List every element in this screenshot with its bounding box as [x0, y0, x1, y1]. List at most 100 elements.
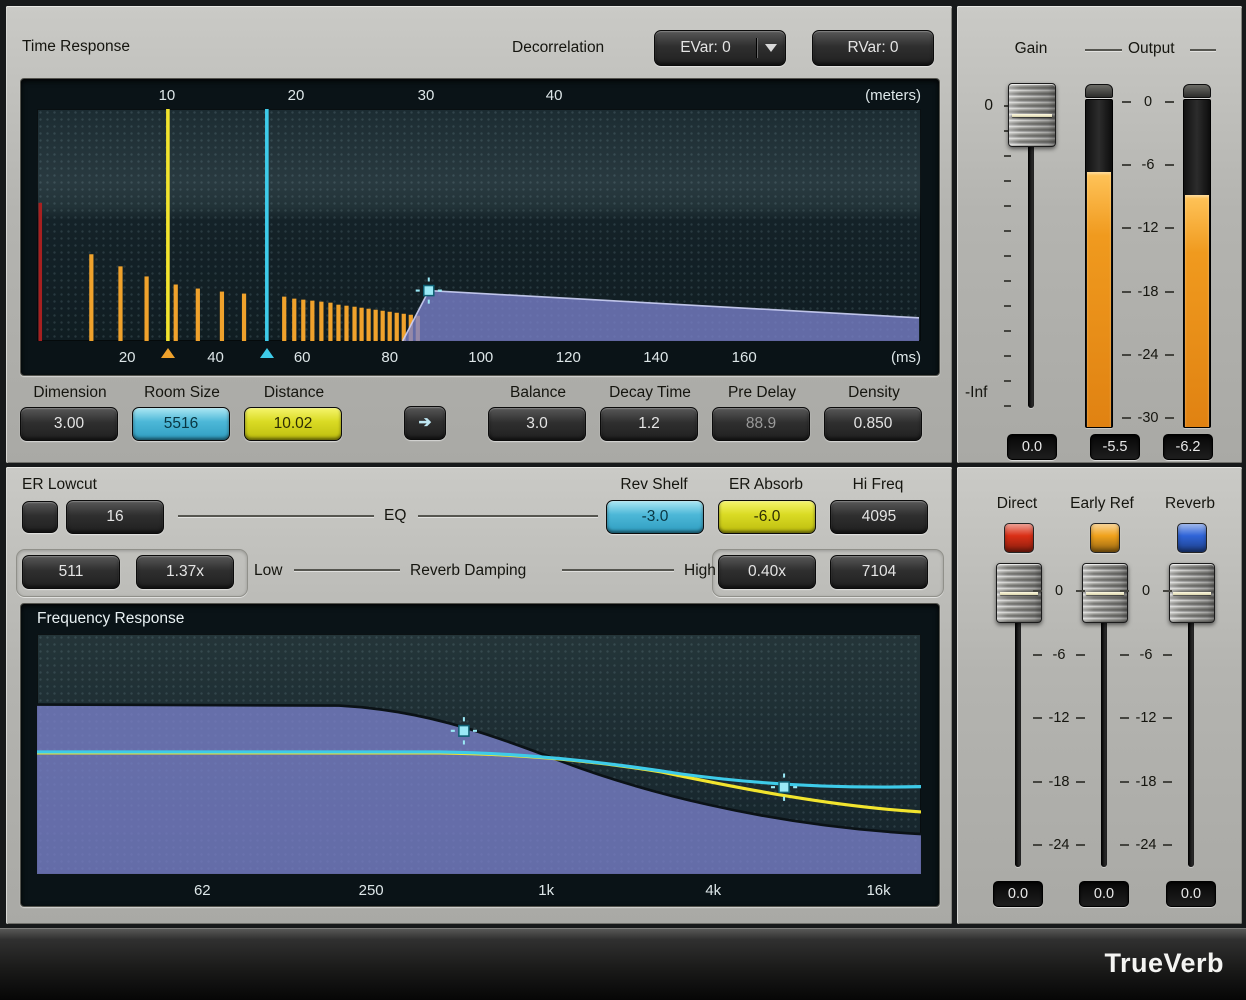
gain-output-panel: Gain Output 0 -Inf 0-6-12-18-24-30 0.0 -…	[957, 6, 1242, 463]
room-line-cyan[interactable]	[265, 109, 269, 341]
damping-high-freq-value[interactable]: 7104	[830, 555, 928, 589]
bottom-bar: TrueVerb	[0, 928, 1246, 1000]
rvar-button[interactable]: RVar: 0	[812, 30, 934, 66]
header-connector-line	[1190, 49, 1216, 51]
early-ref-readout[interactable]: 0.0	[1079, 881, 1129, 907]
dimension-label: Dimension	[20, 384, 120, 404]
early-reflection-bar	[319, 302, 323, 341]
time-response-title: Time Response	[22, 38, 130, 56]
tick	[1004, 180, 1011, 182]
time-response-plot[interactable]	[37, 109, 921, 341]
balance-value[interactable]: 3.0	[488, 407, 586, 441]
frequency-response-graph	[37, 634, 921, 874]
gain-scale-zero: 0	[977, 97, 993, 115]
meter-body	[1085, 99, 1113, 428]
handle-square[interactable]	[424, 286, 434, 296]
early-reflection-bar	[242, 294, 246, 341]
axis-label: 100	[468, 349, 493, 366]
early-ref-mute-button[interactable]	[1090, 523, 1120, 553]
gain-fader-cap[interactable]	[1008, 83, 1056, 147]
room-marker-cyan[interactable]	[260, 348, 274, 358]
damping-low-ratio-value[interactable]: 1.37x	[136, 555, 234, 589]
early-reflection-bar	[196, 289, 200, 341]
db-scale-mark: 0	[1114, 583, 1178, 599]
damping-high-ratio-value[interactable]: 0.40x	[718, 555, 816, 589]
distance-value[interactable]: 10.02	[244, 407, 342, 441]
er-absorb-label: ER Absorb	[718, 476, 814, 494]
axis-label: 160	[732, 349, 757, 366]
distance-marker-orange[interactable]	[161, 348, 175, 358]
early-reflection-bar	[374, 310, 378, 341]
distance-control: Distance 10.02	[244, 384, 344, 441]
direct-label: Direct	[977, 495, 1057, 513]
eq-panel: ER Lowcut Rev Shelf ER Absorb Hi Freq 16…	[6, 467, 952, 924]
tick	[1004, 405, 1011, 407]
reverb-envelope[interactable]	[403, 291, 919, 341]
tick	[1004, 330, 1011, 332]
db-scale-mark: -30	[1115, 410, 1181, 426]
meter-right-readout[interactable]: -6.2	[1163, 434, 1213, 460]
early-reflection-bar	[381, 311, 385, 341]
er-absorb-value[interactable]: -6.0	[718, 500, 816, 534]
room-size-value[interactable]: 5516	[132, 407, 230, 441]
db-scale-mark: -24	[1027, 837, 1091, 853]
output-db-scale: 0-6-12-18-24-30	[1115, 102, 1181, 418]
ms-axis: (ms) 20406080100120140160	[37, 343, 921, 373]
evar-dropdown[interactable]: EVar: 0	[654, 30, 786, 66]
density-value[interactable]: 0.850	[824, 407, 922, 441]
early-reflection-bar	[388, 312, 392, 341]
density-control: Density 0.850	[824, 384, 924, 441]
db-scale-mark: -6	[1115, 157, 1181, 173]
handle-square[interactable]	[459, 726, 469, 737]
frequency-response-frame: Frequency Response 622	[20, 603, 940, 907]
tick	[1004, 255, 1011, 257]
dimension-control: Dimension 3.00	[20, 384, 120, 441]
balance-control: Balance 3.0	[488, 384, 588, 441]
handle-square[interactable]	[779, 782, 789, 793]
link-arrow-button[interactable]: ➔	[404, 406, 446, 440]
reverb-damping-title: Reverb Damping	[410, 562, 526, 580]
early-reflection-bar	[118, 266, 122, 341]
tick	[1004, 205, 1011, 207]
rev-shelf-value[interactable]: -3.0	[606, 500, 704, 534]
direct-mute-button[interactable]	[1004, 523, 1034, 553]
er-lowcut-label: ER Lowcut	[22, 476, 97, 494]
chevron-down-icon[interactable]	[757, 44, 785, 52]
dimension-value[interactable]: 3.00	[20, 407, 118, 441]
trueverb-logo: TrueVerb	[1104, 948, 1224, 979]
early-reflection-bar	[220, 292, 224, 341]
damping-low-freq-value[interactable]: 511	[22, 555, 120, 589]
pre-delay-value[interactable]: 88.9	[712, 407, 810, 441]
axis-label: 250	[359, 882, 384, 899]
er-lowcut-toggle[interactable]	[22, 501, 58, 533]
axis-label: 60	[294, 349, 311, 366]
meter-left-readout[interactable]: -5.5	[1090, 434, 1140, 460]
meter-cap	[1085, 84, 1113, 98]
damping-connector-line	[562, 569, 674, 571]
frequency-axis: 622501k4k16k	[37, 876, 921, 904]
db-scale-mark: 0	[1115, 94, 1181, 110]
axis-label: 30	[418, 87, 435, 104]
reverb-mute-button[interactable]	[1177, 523, 1207, 553]
meter-fill-left	[1087, 172, 1111, 427]
hi-freq-value[interactable]: 4095	[830, 500, 928, 534]
eq-connector-line	[178, 515, 374, 517]
er-lowcut-value[interactable]: 16	[66, 500, 164, 534]
reverb-label: Reverb	[1150, 495, 1230, 513]
distance-line-yellow[interactable]	[166, 109, 170, 341]
early-reflection-bar	[352, 307, 356, 341]
trueverb-plugin: Time Response Decorrelation EVar: 0 RVar…	[0, 0, 1246, 1000]
damping-low-label: Low	[254, 562, 282, 580]
distance-label: Distance	[244, 384, 344, 404]
db-scale-mark: -18	[1027, 774, 1091, 790]
eq-connector-line	[418, 515, 598, 517]
rev-shelf-label: Rev Shelf	[606, 476, 702, 494]
frequency-response-plot[interactable]	[37, 634, 921, 874]
output-meter-right	[1183, 84, 1211, 428]
decay-time-value[interactable]: 1.2	[600, 407, 698, 441]
damping-connector-line	[294, 569, 400, 571]
reverb-readout[interactable]: 0.0	[1166, 881, 1216, 907]
damping-high-label: High	[684, 562, 716, 580]
gain-readout[interactable]: 0.0	[1007, 434, 1057, 460]
direct-readout[interactable]: 0.0	[993, 881, 1043, 907]
